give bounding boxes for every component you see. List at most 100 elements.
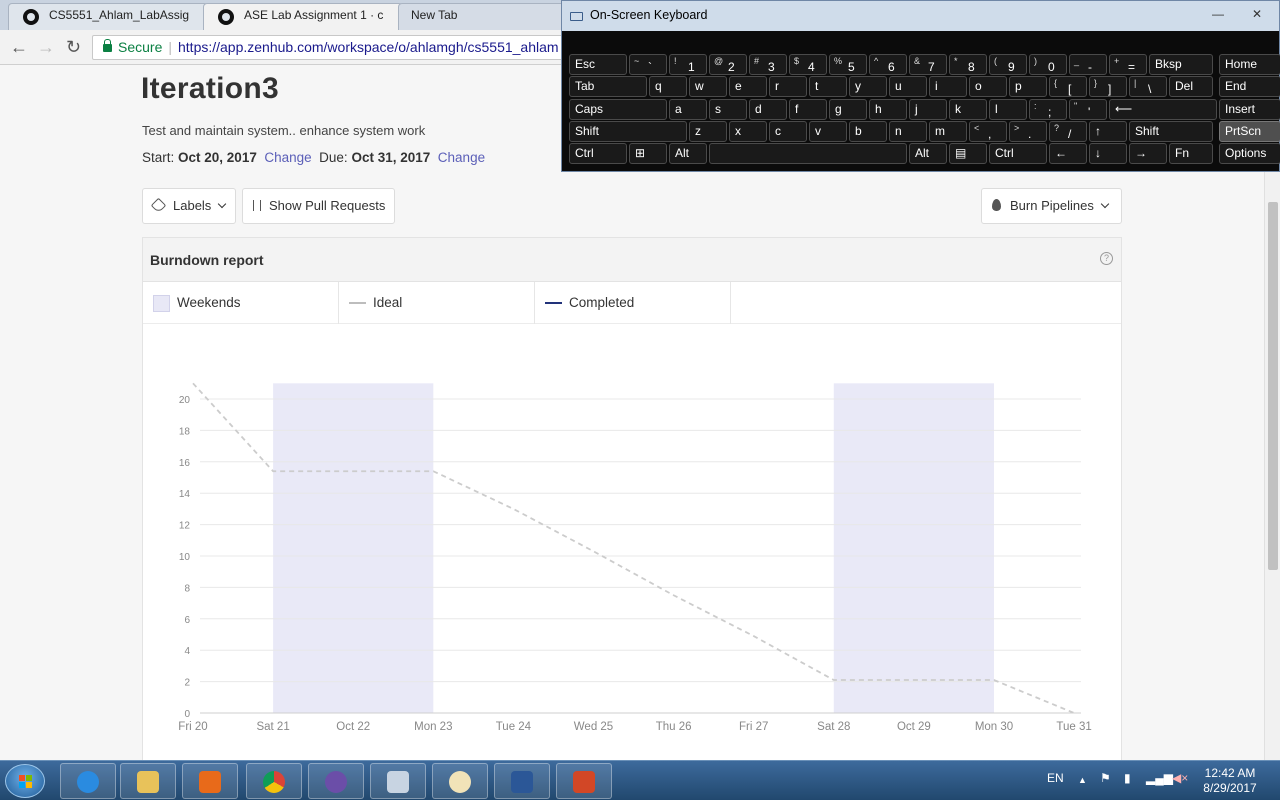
scrollbar-thumb[interactable] [1268,202,1278,570]
key[interactable]: Caps [569,99,667,120]
key[interactable]: Ctrl [569,143,627,164]
key[interactable]: ? / [1049,121,1087,142]
key[interactable]: Shift [569,121,687,142]
key[interactable]: End [1219,76,1280,97]
key[interactable]: Tab [569,76,647,97]
on-screen-keyboard-taskbar-button[interactable] [370,763,426,799]
key[interactable]: i [929,76,967,97]
key[interactable]: Bksp [1149,54,1213,75]
key[interactable]: q [649,76,687,97]
key[interactable]: & 7 [909,54,947,75]
paint-taskbar-button[interactable] [432,763,488,799]
key[interactable]: ^ 6 [869,54,907,75]
key[interactable]: ~ ` [629,54,667,75]
key[interactable]: v [809,121,847,142]
key[interactable]: ) 0 [1029,54,1067,75]
volume-muted-icon[interactable]: ◀× [1172,771,1188,785]
network-signal-icon[interactable]: ▂▄▆ [1146,771,1173,785]
key[interactable]: @2 [709,54,747,75]
key[interactable]: " ' [1069,99,1107,120]
key[interactable]: Fn [1169,143,1213,164]
key[interactable]: (9 [989,54,1027,75]
key[interactable]: d [749,99,787,120]
key[interactable]: l [989,99,1027,120]
key[interactable]: $4 [789,54,827,75]
tab-new-tab[interactable]: New Tab [398,3,568,30]
key[interactable]: h [869,99,907,120]
key[interactable]: Alt [669,143,707,164]
key[interactable]: → [1129,143,1167,164]
github-desktop-taskbar-button[interactable] [308,763,364,799]
key[interactable]: Options [1219,143,1280,164]
key[interactable]: :; [1029,99,1067,120]
show-pull-requests-button[interactable]: Show Pull Requests [242,188,395,224]
burn-pipelines-dropdown-button[interactable]: Burn Pipelines [981,188,1122,224]
labels-dropdown-button[interactable]: Labels [142,188,236,224]
key[interactable]: p [1009,76,1047,97]
key[interactable]: * 8 [949,54,987,75]
word-taskbar-button[interactable] [494,763,550,799]
key[interactable]: Shift [1129,121,1213,142]
key[interactable]: x [729,121,767,142]
key[interactable]: ↑ [1089,121,1127,142]
key[interactable]: t [809,76,847,97]
minimize-icon[interactable]: — [1212,7,1224,21]
forward-arrow-icon[interactable]: → [37,38,55,56]
key[interactable]: r [769,76,807,97]
key[interactable]: % 5 [829,54,867,75]
key[interactable]: Esc [569,54,627,75]
key[interactable]: w [689,76,727,97]
tab-ase-lab-assignment[interactable]: ASE Lab Assignment 1 · c [203,3,403,30]
key[interactable]: y [849,76,887,97]
key[interactable]: | \ [1129,76,1167,97]
back-arrow-icon[interactable]: ← [10,38,28,56]
key[interactable] [709,143,907,164]
key[interactable]: #3 [749,54,787,75]
key[interactable]: m [929,121,967,142]
key[interactable]: c [769,121,807,142]
key[interactable]: s [709,99,747,120]
key[interactable]: >. [1009,121,1047,142]
key[interactable]: k [949,99,987,120]
key[interactable]: g [829,99,867,120]
chrome-taskbar-button[interactable] [246,763,302,799]
key[interactable]: e [729,76,767,97]
key[interactable]: Del [1169,76,1213,97]
key[interactable]: ▤ [949,143,987,164]
key[interactable]: Ctrl [989,143,1047,164]
key[interactable]: _ - [1069,54,1107,75]
internet-explorer-taskbar-button[interactable] [60,763,116,799]
tab-github-lab-assignment[interactable]: CS5551_Ahlam_LabAssig [8,3,208,30]
key[interactable]: ↓ [1089,143,1127,164]
help-icon[interactable]: ? [1100,252,1113,265]
key[interactable]: n [889,121,927,142]
key[interactable]: ! 1 [669,54,707,75]
key[interactable]: ← [1049,143,1087,164]
language-indicator[interactable]: EN [1047,771,1064,785]
key[interactable]: z [689,121,727,142]
show-hidden-icons-icon[interactable]: ▲ [1078,775,1087,785]
change-start-link[interactable]: Change [264,150,311,165]
file-explorer-taskbar-button[interactable] [120,763,176,799]
key[interactable]: ⊞ [629,143,667,164]
powerpoint-taskbar-button[interactable] [556,763,612,799]
key[interactable]: f [789,99,827,120]
start-button[interactable] [5,764,45,798]
media-player-taskbar-button[interactable] [182,763,238,799]
reload-icon[interactable]: ↻ [66,38,81,56]
key[interactable]: + = [1109,54,1147,75]
key[interactable]: u [889,76,927,97]
key[interactable]: Home [1219,54,1280,75]
change-due-link[interactable]: Change [438,150,485,165]
system-clock[interactable]: 12:42 AM 8/29/2017 [1190,766,1270,796]
action-center-flag-icon[interactable]: ⚑ [1100,771,1111,785]
key[interactable]: {[ [1049,76,1087,97]
key[interactable]: b [849,121,887,142]
key[interactable]: ⟵ [1109,99,1217,120]
key[interactable]: PrtScn [1219,121,1280,142]
key[interactable]: o [969,76,1007,97]
key[interactable]: Alt [909,143,947,164]
key[interactable]: j [909,99,947,120]
key[interactable]: }] [1089,76,1127,97]
key[interactable]: a [669,99,707,120]
